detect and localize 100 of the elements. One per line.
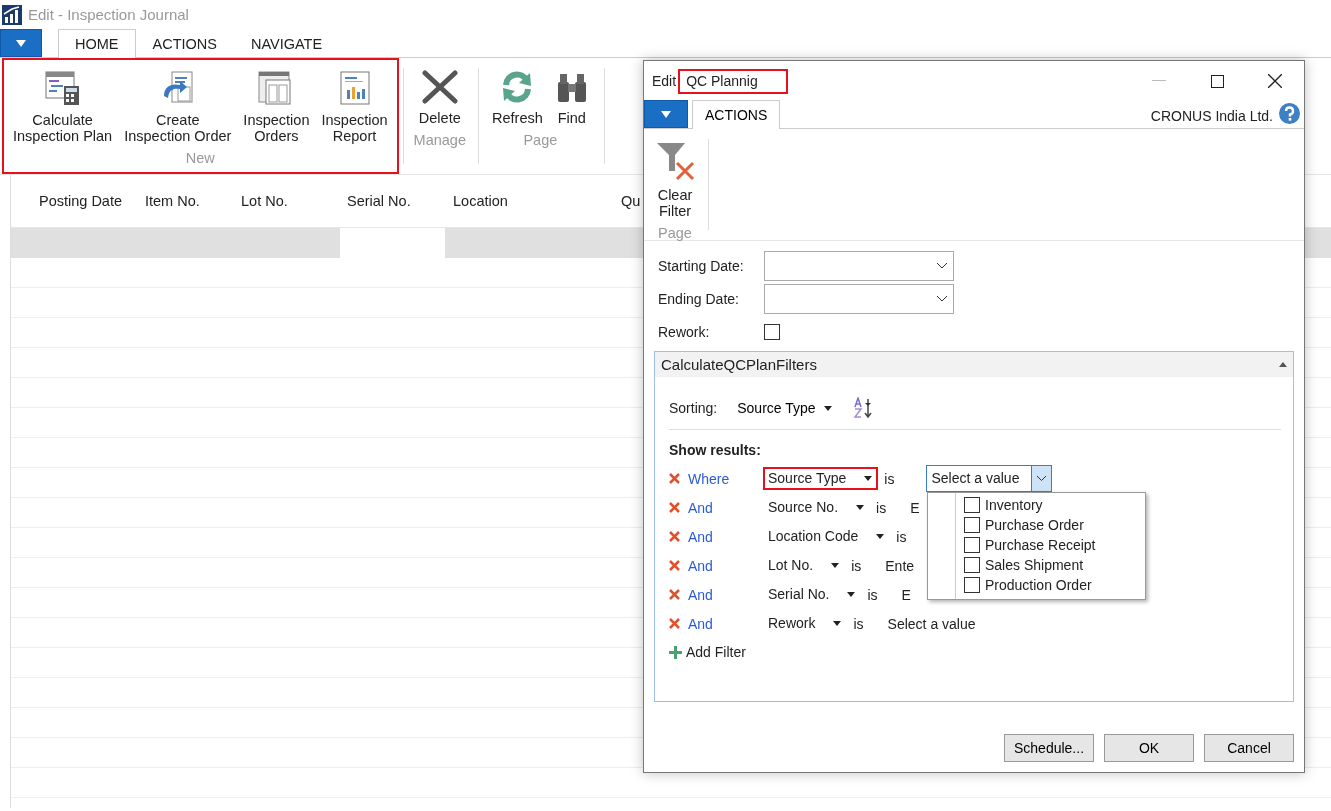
remove-icon (669, 502, 680, 513)
group-label: Page (523, 132, 558, 148)
dialog-button[interactable]: Schedule... (1004, 734, 1094, 762)
conjunction-link[interactable]: And (688, 528, 763, 545)
bar-chart-report-icon (338, 70, 371, 106)
column-header[interactable]: Posting Date (39, 193, 145, 209)
window-title: Edit - Inspection Journal (28, 6, 189, 23)
value-dropdown[interactable]: Select a value (926, 465, 1053, 492)
ribbon-tab[interactable]: ACTIONS (692, 100, 781, 129)
ribbon-button[interactable]: Delete (415, 68, 464, 128)
value-text: Select a value (930, 469, 1021, 488)
ribbon-button[interactable]: Clear Filter (652, 139, 698, 221)
ribbon-button[interactable]: Inspection Report (318, 68, 391, 146)
ribbon-button[interactable]: Refresh (489, 68, 546, 128)
column-header[interactable]: Item No. (145, 193, 241, 209)
ribbon-tab[interactable]: HOME (58, 29, 136, 58)
ribbon-tab[interactable]: NAVIGATE (233, 29, 340, 57)
collapse-button[interactable] (1279, 362, 1287, 367)
ribbon-button[interactable]: Create Inspection Order (121, 68, 235, 146)
operator-label: is (896, 528, 907, 545)
ribbon-button[interactable]: Inspection Orders (240, 68, 313, 146)
caret-icon (833, 620, 842, 626)
group-label: New (185, 150, 215, 166)
operator-label: is (867, 586, 878, 603)
checkbox[interactable] (964, 517, 980, 533)
column-header[interactable]: Lot No. (241, 193, 347, 209)
remove-icon (669, 618, 680, 629)
operator-label: is (851, 557, 862, 574)
conjunction-link[interactable]: And (688, 615, 763, 632)
date-field[interactable] (764, 284, 954, 314)
value-field[interactable]: Select a value (887, 615, 976, 632)
group-label: Page (658, 225, 692, 241)
value-field[interactable]: E (910, 499, 920, 516)
operator-label: is (853, 615, 864, 632)
caret-icon (831, 562, 840, 568)
caret-icon (661, 110, 671, 118)
ribbon-tab[interactable]: ACTIONS (135, 29, 234, 57)
plus-icon (669, 645, 682, 659)
field-dropdown[interactable]: Location Code (763, 525, 891, 548)
minimize-icon (1152, 80, 1166, 82)
checkbox[interactable] (764, 324, 780, 340)
operator-label: is (884, 470, 895, 487)
company-name: CRONUS India Ltd. (1150, 108, 1273, 124)
option-label[interactable]: Purchase Receipt (985, 537, 1096, 553)
column-header[interactable]: Serial No. (347, 193, 453, 209)
dialog-title: QC Plannig (678, 68, 788, 94)
option-label[interactable]: Purchase Order (985, 517, 1084, 533)
maximize-icon (1210, 74, 1224, 88)
value-field[interactable]: Ente (885, 557, 915, 574)
ribbon-button[interactable]: Find (551, 68, 592, 128)
table-calculator-icon (44, 70, 81, 106)
section-heading: Show results: (669, 442, 761, 458)
add-filter-label: Add Filter (686, 644, 746, 660)
checkbox[interactable] (964, 537, 980, 553)
caret-icon (847, 591, 856, 597)
option-label[interactable]: Sales Shipment (985, 557, 1084, 573)
conjunction-link[interactable]: And (688, 557, 763, 574)
field-dropdown[interactable]: Source Type (763, 467, 879, 490)
remove-icon (669, 531, 680, 542)
date-field[interactable] (764, 251, 954, 281)
dialog-button[interactable]: OK (1104, 734, 1194, 762)
panel-title: CalculateQCPlanFilters (661, 356, 817, 373)
dialog-button[interactable]: Cancel (1204, 734, 1294, 762)
help-icon (1279, 103, 1300, 124)
conjunction-link[interactable]: And (688, 586, 763, 603)
dialog-title-prefix: Edit (652, 73, 677, 89)
conjunction-link[interactable]: And (688, 499, 763, 516)
caret-icon (16, 39, 26, 47)
menu-button[interactable] (0, 29, 42, 57)
option-label[interactable]: Production Order (985, 577, 1092, 593)
remove-icon (669, 589, 680, 600)
chevron-down-icon (937, 263, 947, 269)
sorting-label: Sorting: (669, 400, 718, 416)
bar-chart-logo-icon (2, 4, 22, 25)
menu-button[interactable] (644, 100, 688, 128)
field-dropdown[interactable]: Lot No. (763, 554, 846, 577)
option-label[interactable]: Inventory (985, 497, 1043, 513)
ribbon-button[interactable]: Calculate Inspection Plan (10, 68, 116, 146)
value-field[interactable]: E (901, 586, 911, 603)
filter-cross-icon (655, 141, 695, 181)
sort-field-dropdown[interactable]: Source Type (737, 400, 832, 416)
field-dropdown[interactable]: Rework (763, 612, 848, 635)
add-filter-button[interactable]: Add Filter (669, 644, 746, 660)
cross-icon (421, 70, 458, 104)
column-header[interactable]: Qu (621, 193, 641, 209)
chevron-down-icon (1037, 476, 1047, 481)
remove-icon (669, 473, 680, 484)
checkbox[interactable] (964, 557, 980, 573)
sort-order-button[interactable] (851, 397, 874, 419)
caret-icon (876, 533, 885, 539)
column-header[interactable]: Location (453, 193, 621, 209)
caret-icon (823, 405, 832, 411)
field-dropdown[interactable]: Serial No. (763, 583, 862, 606)
conjunction-link[interactable]: Where (688, 470, 763, 487)
dropdown-toggle[interactable] (1031, 466, 1052, 491)
group-label: Manage (413, 132, 466, 148)
checkbox[interactable] (964, 497, 980, 513)
field-dropdown[interactable]: Source No. (763, 496, 871, 519)
operator-label: is (876, 499, 887, 516)
checkbox[interactable] (964, 577, 980, 593)
